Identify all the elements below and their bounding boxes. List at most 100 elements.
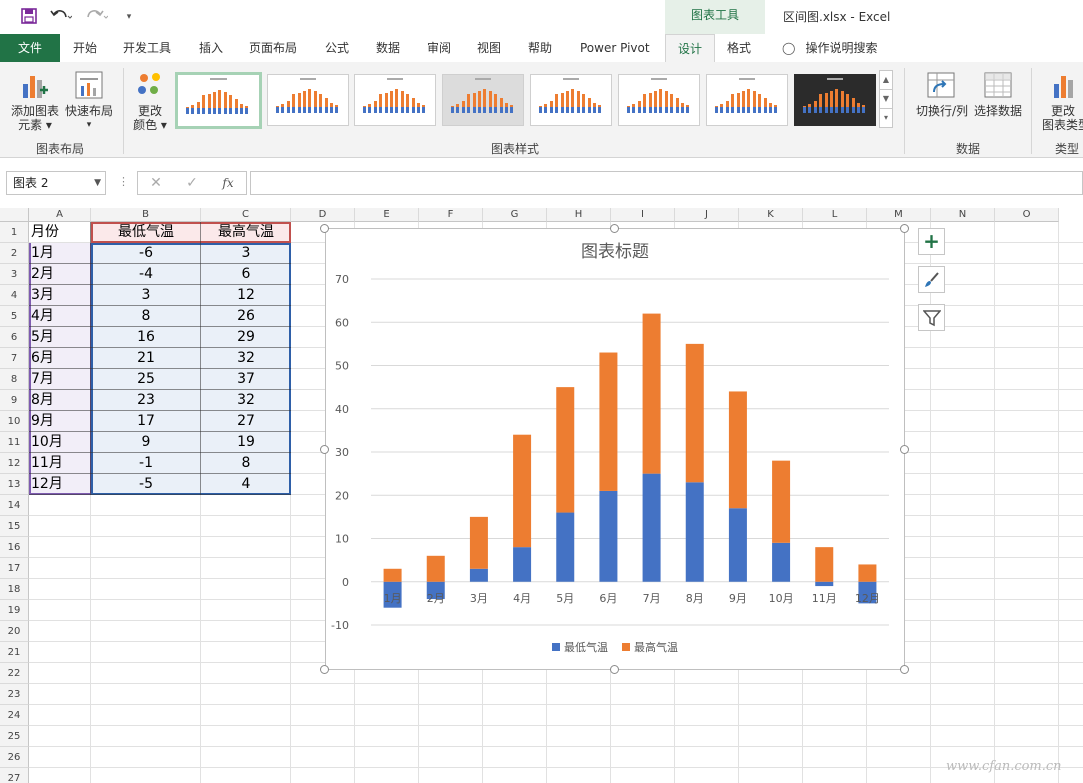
tab-home[interactable]: 开始 (73, 34, 97, 62)
switch-row-column-label[interactable]: 切换行/列 (912, 104, 972, 118)
table-cell[interactable]: 9 (93, 432, 199, 453)
tab-page-layout[interactable]: 页面布局 (249, 34, 297, 62)
row-header-14[interactable]: 14 (0, 495, 29, 516)
table-cell[interactable]: 17 (93, 411, 199, 432)
column-header-a[interactable]: A (29, 208, 91, 222)
table-cell[interactable]: 4 (203, 474, 289, 495)
column-header-c[interactable]: C (201, 208, 291, 222)
table-header-cell[interactable]: 月份 (31, 222, 89, 243)
table-cell[interactable]: 8月 (31, 390, 89, 411)
row-header-10[interactable]: 10 (0, 411, 29, 432)
row-header-25[interactable]: 25 (0, 726, 29, 747)
resize-handle-right[interactable] (900, 445, 909, 454)
change-chart-type-icon[interactable] (1051, 70, 1081, 100)
chart-style-3[interactable] (354, 74, 436, 126)
table-cell[interactable]: 6月 (31, 348, 89, 369)
row-header-26[interactable]: 26 (0, 747, 29, 768)
row-header-8[interactable]: 8 (0, 369, 29, 390)
table-cell[interactable]: 8 (93, 306, 199, 327)
table-cell[interactable]: 12 (203, 285, 289, 306)
insert-function-icon[interactable]: fx (216, 173, 240, 193)
chart-style-4[interactable] (442, 74, 524, 126)
tab-help[interactable]: 帮助 (528, 34, 552, 62)
column-header-i[interactable]: I (611, 208, 675, 222)
table-cell[interactable]: 27 (203, 411, 289, 432)
resize-handle-bottom-left[interactable] (320, 665, 329, 674)
column-header-f[interactable]: F (419, 208, 483, 222)
chart-style-1[interactable] (175, 72, 262, 129)
tab-developer[interactable]: 开发工具 (123, 34, 171, 62)
row-header-11[interactable]: 11 (0, 432, 29, 453)
table-cell[interactable]: 19 (203, 432, 289, 453)
row-header-21[interactable]: 21 (0, 642, 29, 663)
select-data-label[interactable]: 选择数据 (970, 104, 1026, 118)
change-chart-type-label[interactable]: 更改 图表类型 (1040, 104, 1083, 132)
palette-icon[interactable] (136, 70, 166, 100)
change-colors-label[interactable]: 更改 颜色 ▾ (128, 104, 172, 132)
table-cell[interactable]: 37 (203, 369, 289, 390)
name-box-dropdown-icon[interactable]: ▼ (94, 172, 101, 194)
resize-handle-top-right[interactable] (900, 224, 909, 233)
table-cell[interactable]: -6 (93, 243, 199, 264)
row-header-19[interactable]: 19 (0, 600, 29, 621)
table-cell[interactable]: 23 (93, 390, 199, 411)
table-cell[interactable]: 3月 (31, 285, 89, 306)
table-cell[interactable]: 25 (93, 369, 199, 390)
table-cell[interactable]: 26 (203, 306, 289, 327)
table-cell[interactable]: 21 (93, 348, 199, 369)
chart-object[interactable]: 图表标题 -10 0 10 20 30 40 50 60 70 1月 2月 3月 4月 5月 6月 7月 8月 9月… (325, 228, 905, 670)
table-cell[interactable]: 11月 (31, 453, 89, 474)
column-header-m[interactable]: M (867, 208, 931, 222)
style-gallery-scroll[interactable]: ▲ ▼ ▾ (879, 70, 893, 128)
column-header-d[interactable]: D (291, 208, 355, 222)
table-cell[interactable]: 5月 (31, 327, 89, 348)
row-header-1[interactable]: 1 (0, 222, 29, 243)
chart-styles-button[interactable] (918, 266, 945, 293)
row-header-27[interactable]: 27 (0, 768, 29, 783)
chart-style-6[interactable] (618, 74, 700, 126)
column-header-k[interactable]: K (739, 208, 803, 222)
table-cell[interactable]: 6 (203, 264, 289, 285)
row-header-5[interactable]: 5 (0, 306, 29, 327)
chart-style-2[interactable] (267, 74, 349, 126)
select-data-icon[interactable] (983, 70, 1013, 100)
table-cell[interactable]: 2月 (31, 264, 89, 285)
row-header-16[interactable]: 16 (0, 537, 29, 558)
tab-power-pivot[interactable]: Power Pivot (580, 34, 650, 62)
switch-row-column-icon[interactable] (926, 70, 956, 100)
column-header-g[interactable]: G (483, 208, 547, 222)
table-cell[interactable]: -5 (93, 474, 199, 495)
row-header-6[interactable]: 6 (0, 327, 29, 348)
resize-handle-top-left[interactable] (320, 224, 329, 233)
resize-handle-top[interactable] (610, 224, 619, 233)
table-cell[interactable]: 8 (203, 453, 289, 474)
table-cell[interactable]: 32 (203, 348, 289, 369)
row-header-18[interactable]: 18 (0, 579, 29, 600)
customize-toolbar-icon[interactable]: ▾ (120, 8, 138, 26)
quick-layout-label[interactable]: 快速布局 ▾ (62, 104, 116, 132)
table-cell[interactable]: 29 (203, 327, 289, 348)
tab-format[interactable]: 格式 (727, 34, 751, 62)
column-header-n[interactable]: N (931, 208, 995, 222)
tab-view[interactable]: 视图 (477, 34, 501, 62)
formula-input[interactable] (250, 171, 1083, 195)
tab-review[interactable]: 审阅 (427, 34, 451, 62)
tell-me-search[interactable]: ◯ 操作说明搜索 (782, 34, 877, 62)
gallery-more-icon[interactable]: ▾ (880, 109, 892, 128)
row-header-7[interactable]: 7 (0, 348, 29, 369)
row-header-2[interactable]: 2 (0, 243, 29, 264)
table-header-cell[interactable]: 最高气温 (203, 222, 289, 243)
table-cell[interactable]: 3 (203, 243, 289, 264)
table-cell[interactable]: -1 (93, 453, 199, 474)
resize-handle-left[interactable] (320, 445, 329, 454)
table-cell[interactable]: 16 (93, 327, 199, 348)
row-header-17[interactable]: 17 (0, 558, 29, 579)
quick-layout-icon[interactable] (74, 70, 104, 100)
column-header-b[interactable]: B (91, 208, 201, 222)
row-header-3[interactable]: 3 (0, 264, 29, 285)
row-header-24[interactable]: 24 (0, 705, 29, 726)
add-chart-element-label[interactable]: 添加图表 元素 ▾ (6, 104, 64, 132)
table-cell[interactable]: 7月 (31, 369, 89, 390)
table-cell[interactable]: 32 (203, 390, 289, 411)
tab-design[interactable]: 设计 (665, 34, 715, 62)
